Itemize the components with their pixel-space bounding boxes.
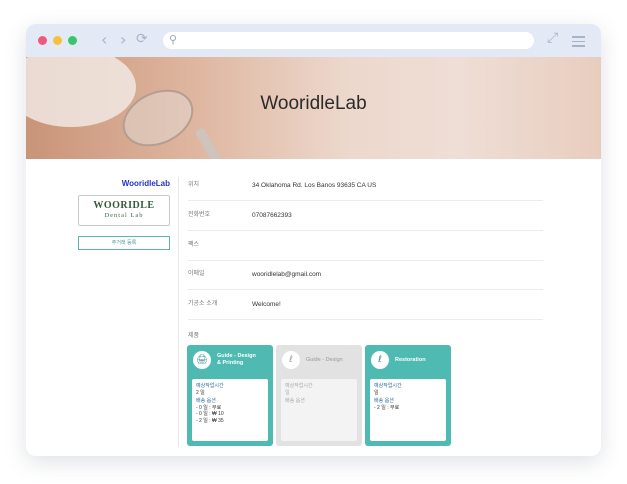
address-bar[interactable]: ⚲ [163, 32, 534, 49]
menu-icon[interactable] [572, 36, 585, 50]
card-title: Guide - Design [217, 353, 256, 359]
shipping-label: 배송 옵션 [285, 398, 305, 404]
add-favorite-button[interactable]: 주거래 등록 [78, 236, 170, 250]
forward-icon[interactable]: › [120, 30, 126, 49]
info-label: 전화번호 [188, 212, 211, 218]
shipping-option: - 2 일 : ₩ 35 [196, 417, 224, 424]
minimize-window-button[interactable] [53, 36, 62, 45]
info-value: Welcome! [252, 301, 281, 308]
info-label: 기공소 소개 [188, 301, 218, 307]
banner-photo-glove [26, 57, 136, 127]
products-label: 제품 [188, 333, 200, 339]
banner: WooridleLab [26, 57, 601, 159]
info-value: wooridlelab@gmail.com [252, 271, 322, 278]
info-row-phone: 전화번호 07087662393 [188, 201, 543, 231]
sidebar: WooridleLab WOORIDLE Dental Lab 주거래 등록 [78, 179, 170, 250]
banner-photo-drill [194, 127, 224, 159]
info-value: 07087662393 [252, 212, 292, 219]
card-details: 예상작업시간 일 배송 옵션 [281, 379, 357, 441]
card-details: 예상작업시간 2 일 배송 옵션 - 0 일 : 무료 - 0 일 : ₩ 10… [192, 379, 268, 441]
info-row-email: 이메일 wooridlelab@gmail.com [188, 260, 543, 290]
banner-title: WooridleLab [260, 93, 367, 114]
product-card-guide-design-printing[interactable]: 🖨 Guide - Design & Printing 예상작업시간 2 일 배… [187, 345, 273, 446]
time-value: 일 [285, 389, 290, 396]
time-value: 2 일 [196, 389, 205, 396]
divider [178, 177, 179, 447]
logo-subtext: Dental Lab [104, 212, 144, 219]
card-title: Restoration [395, 357, 426, 363]
product-card-guide-design[interactable]: ℓ Guide - Design 예상작업시간 일 배송 옵션 [276, 345, 362, 446]
lab-logo: WOORIDLE Dental Lab [78, 195, 170, 226]
browser-window: ‹ › ⟳ ⚲ ⤢ WooridleLab WooridleLab WOORID… [26, 24, 601, 456]
browser-toolbar: ‹ › ⟳ ⚲ ⤢ [26, 24, 601, 57]
time-value: 일 [374, 389, 379, 396]
logo-text: WOORIDLE [93, 200, 155, 211]
back-icon[interactable]: ‹ [101, 30, 107, 49]
info-value: 34 Oklahoma Rd. Los Banos 93635 CA US [252, 182, 377, 189]
card-details: 예상작업시간 일 배송 옵션 - 2 일 : 무료 [370, 379, 446, 441]
search-icon: ⚲ [169, 33, 178, 46]
printer-icon: 🖨 [193, 351, 211, 369]
maximize-window-button[interactable] [68, 36, 77, 45]
lab-name-link[interactable]: WooridleLab [78, 179, 170, 188]
info-row-address: 위치 34 Oklahoma Rd. Los Banos 93635 CA US [188, 171, 543, 201]
shipping-option: - 2 일 : 무료 [374, 404, 400, 411]
expand-icon[interactable]: ⤢ [547, 30, 558, 46]
reload-icon[interactable]: ⟳ [136, 31, 148, 47]
tooth-icon: ℓ [371, 351, 389, 369]
close-window-button[interactable] [38, 36, 47, 45]
product-card-restoration[interactable]: ℓ Restoration 예상작업시간 일 배송 옵션 - 2 일 : 무료 [365, 345, 451, 446]
info-row-intro: 기공소 소개 Welcome! [188, 290, 543, 320]
card-title-line2: & Printing [217, 360, 244, 366]
info-row-fax: 팩스 [188, 231, 543, 261]
info-label: 이메일 [188, 271, 205, 277]
card-title: Guide - Design [306, 357, 343, 363]
info-label: 위치 [188, 182, 200, 188]
info-label: 팩스 [188, 242, 200, 248]
tooth-icon: ℓ [282, 351, 300, 369]
